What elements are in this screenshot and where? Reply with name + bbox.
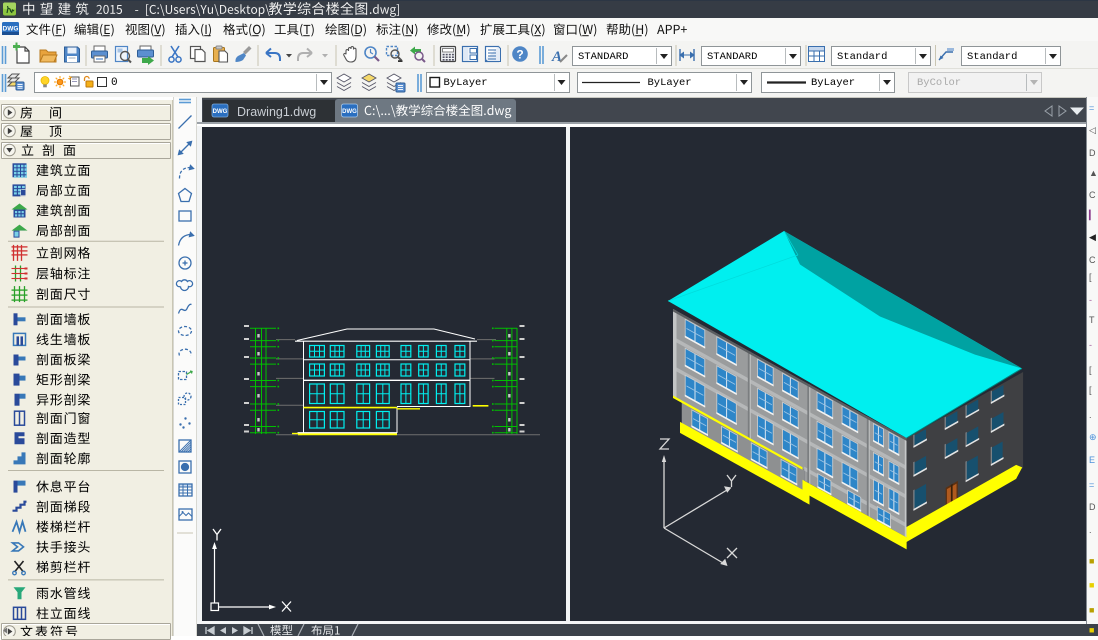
svg-text:DWG: DWG xyxy=(213,109,228,115)
svg-text:DWG: DWG xyxy=(3,26,19,33)
svg-text:A: A xyxy=(551,49,562,65)
svg-text:DWG: DWG xyxy=(342,109,357,115)
svg-text:?: ? xyxy=(516,47,523,61)
